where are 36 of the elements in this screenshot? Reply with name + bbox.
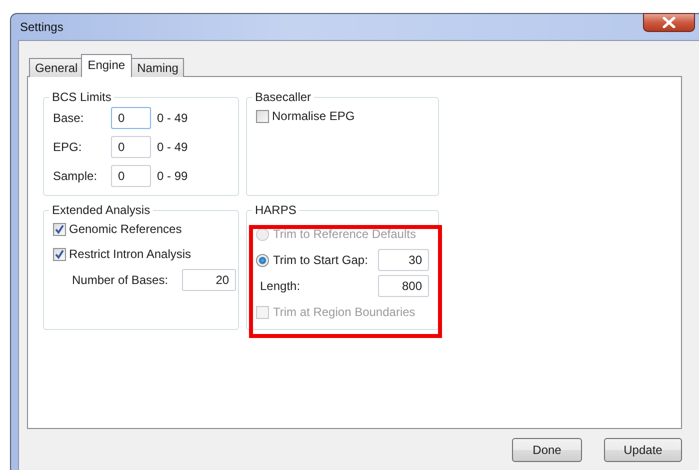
- checkbox[interactable]: [53, 248, 66, 260]
- radio-label: Trim to Reference Defaults: [273, 227, 416, 241]
- close-button[interactable]: [643, 13, 695, 32]
- input-field[interactable]: 30: [378, 249, 429, 271]
- window-title: Settings: [19, 20, 64, 34]
- range-label: 0 - 99: [157, 169, 188, 183]
- checkbox[interactable]: [53, 222, 66, 236]
- dialog-button[interactable]: Update: [604, 438, 682, 462]
- tab[interactable]: Engine: [80, 54, 132, 77]
- group-title: Basecaller: [254, 90, 312, 104]
- field-label: EPG:: [53, 140, 83, 154]
- tab[interactable]: Naming: [131, 58, 184, 77]
- input-field[interactable]: 0: [111, 136, 151, 158]
- range-label: 0 - 49: [157, 111, 188, 125]
- field-label: Length:: [260, 279, 300, 293]
- checkbox-label: Normalise EPG: [272, 109, 355, 123]
- tab[interactable]: General: [29, 58, 84, 77]
- close-icon: [662, 17, 676, 28]
- field-label: Base:: [53, 111, 85, 125]
- range-label: 0 - 49: [157, 140, 188, 154]
- radio-label: Trim to Start Gap:: [273, 253, 368, 267]
- input-field[interactable]: 0: [111, 107, 151, 129]
- radio-button[interactable]: [256, 254, 269, 266]
- checkbox-label: Genomic References: [69, 222, 182, 236]
- input-field[interactable]: 0: [111, 165, 151, 187]
- group-title: Extended Analysis: [51, 203, 152, 217]
- group-title: BCS Limits: [51, 90, 112, 104]
- group-title: HARPS: [254, 203, 298, 217]
- checkbox-label: Restrict Intron Analysis: [69, 247, 192, 261]
- input-field[interactable]: 800: [378, 275, 429, 297]
- field-label: Sample:: [53, 169, 98, 183]
- checkbox[interactable]: [256, 110, 269, 122]
- input-field[interactable]: 20: [182, 269, 236, 291]
- field-label: Number of Bases:: [72, 273, 168, 287]
- dialog-button[interactable]: Done: [512, 438, 582, 462]
- checkbox-label: Trim at Region Boundaries: [273, 305, 416, 319]
